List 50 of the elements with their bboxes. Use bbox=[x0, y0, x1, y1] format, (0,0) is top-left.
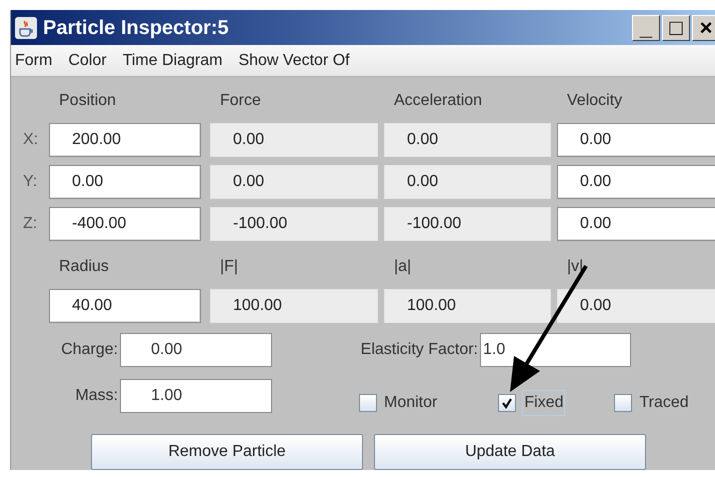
number-field[interactable]: 0.00 bbox=[384, 165, 551, 199]
axis-label: Z: bbox=[23, 214, 38, 234]
mass-field[interactable]: 1.00 bbox=[120, 379, 272, 413]
number-field[interactable]: 0.00 bbox=[557, 289, 715, 323]
field-label: Elasticity Factor: bbox=[360, 340, 479, 360]
menu-item[interactable]: Color bbox=[68, 48, 107, 73]
checkbox-label: Monitor bbox=[383, 393, 438, 413]
action-button[interactable]: Update Data bbox=[374, 434, 646, 470]
menu-item[interactable]: Form bbox=[15, 48, 52, 73]
number-field[interactable]: -100.00 bbox=[210, 207, 378, 241]
number-field[interactable]: 0.00 bbox=[557, 123, 715, 157]
field-label: Charge: bbox=[60, 340, 119, 360]
checkbox-label: Traced bbox=[638, 393, 690, 413]
maximize-button[interactable]: □ bbox=[662, 14, 690, 41]
column-header: Position bbox=[58, 91, 117, 111]
number-field[interactable]: 0.00 bbox=[210, 165, 378, 199]
charge-field[interactable]: 0.00 bbox=[120, 333, 272, 367]
column-header: Radius bbox=[58, 257, 110, 277]
number-field[interactable]: 0.00 bbox=[557, 207, 715, 241]
cup-icon bbox=[15, 16, 37, 39]
checkbox-label: Fixed bbox=[522, 390, 566, 416]
number-field[interactable]: 0.00 bbox=[557, 165, 715, 199]
column-header: |a| bbox=[393, 257, 412, 277]
number-field[interactable]: 100.00 bbox=[384, 289, 551, 323]
column-header: Velocity bbox=[566, 91, 624, 111]
column-header: |F| bbox=[219, 257, 240, 277]
minimize-button[interactable]: _ bbox=[632, 14, 660, 41]
axis-label: X: bbox=[23, 130, 40, 150]
check-icon bbox=[501, 397, 514, 409]
elasticity-field[interactable]: 1.0 bbox=[480, 333, 631, 367]
number-field[interactable]: 0.00 bbox=[384, 123, 551, 157]
number-field[interactable]: 40.00 bbox=[49, 289, 201, 323]
checkbox[interactable] bbox=[614, 394, 632, 412]
field-label: Mass: bbox=[74, 386, 119, 406]
number-field[interactable]: -100.00 bbox=[384, 207, 551, 241]
action-button[interactable]: Remove Particle bbox=[91, 434, 363, 470]
number-field[interactable]: 0.00 bbox=[210, 123, 378, 157]
number-field[interactable]: 0.00 bbox=[49, 165, 201, 199]
window-title: Particle Inspector:5 bbox=[43, 16, 229, 41]
column-header: Acceleration bbox=[393, 91, 484, 111]
checkbox[interactable] bbox=[359, 394, 377, 412]
number-field[interactable]: -400.00 bbox=[49, 207, 201, 241]
menu-item[interactable]: Show Vector Of bbox=[238, 48, 350, 73]
checkbox[interactable] bbox=[498, 394, 516, 412]
axis-label: Y: bbox=[23, 172, 38, 192]
column-header: Force bbox=[219, 91, 262, 111]
number-field[interactable]: 200.00 bbox=[49, 123, 201, 157]
close-button[interactable]: × bbox=[692, 14, 715, 41]
menu-item[interactable]: Time Diagram bbox=[122, 48, 222, 73]
number-field[interactable]: 100.00 bbox=[210, 289, 378, 323]
